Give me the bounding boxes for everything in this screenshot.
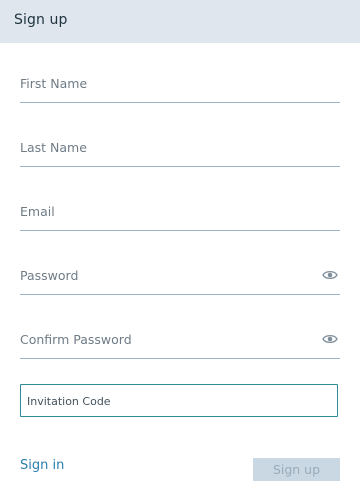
- confirm-password-label: Confirm Password: [20, 332, 132, 347]
- email-field[interactable]: Email: [20, 190, 340, 231]
- confirm-password-field[interactable]: Confirm Password: [20, 318, 340, 359]
- first-name-field[interactable]: First Name: [20, 62, 340, 103]
- page-header: Sign up: [0, 0, 360, 43]
- password-field[interactable]: Password: [20, 254, 340, 295]
- eye-icon[interactable]: [322, 269, 338, 281]
- sign-up-button[interactable]: Sign up: [253, 458, 340, 481]
- password-label: Password: [20, 268, 79, 283]
- page-title: Sign up: [14, 12, 68, 28]
- invitation-code-input[interactable]: Invitation Code: [20, 384, 338, 417]
- email-label: Email: [20, 204, 55, 219]
- invitation-code-label: Invitation Code: [27, 395, 111, 408]
- sign-in-link[interactable]: Sign in: [20, 458, 64, 473]
- last-name-label: Last Name: [20, 140, 87, 155]
- first-name-label: First Name: [20, 76, 88, 91]
- eye-icon[interactable]: [322, 333, 338, 345]
- last-name-field[interactable]: Last Name: [20, 126, 340, 167]
